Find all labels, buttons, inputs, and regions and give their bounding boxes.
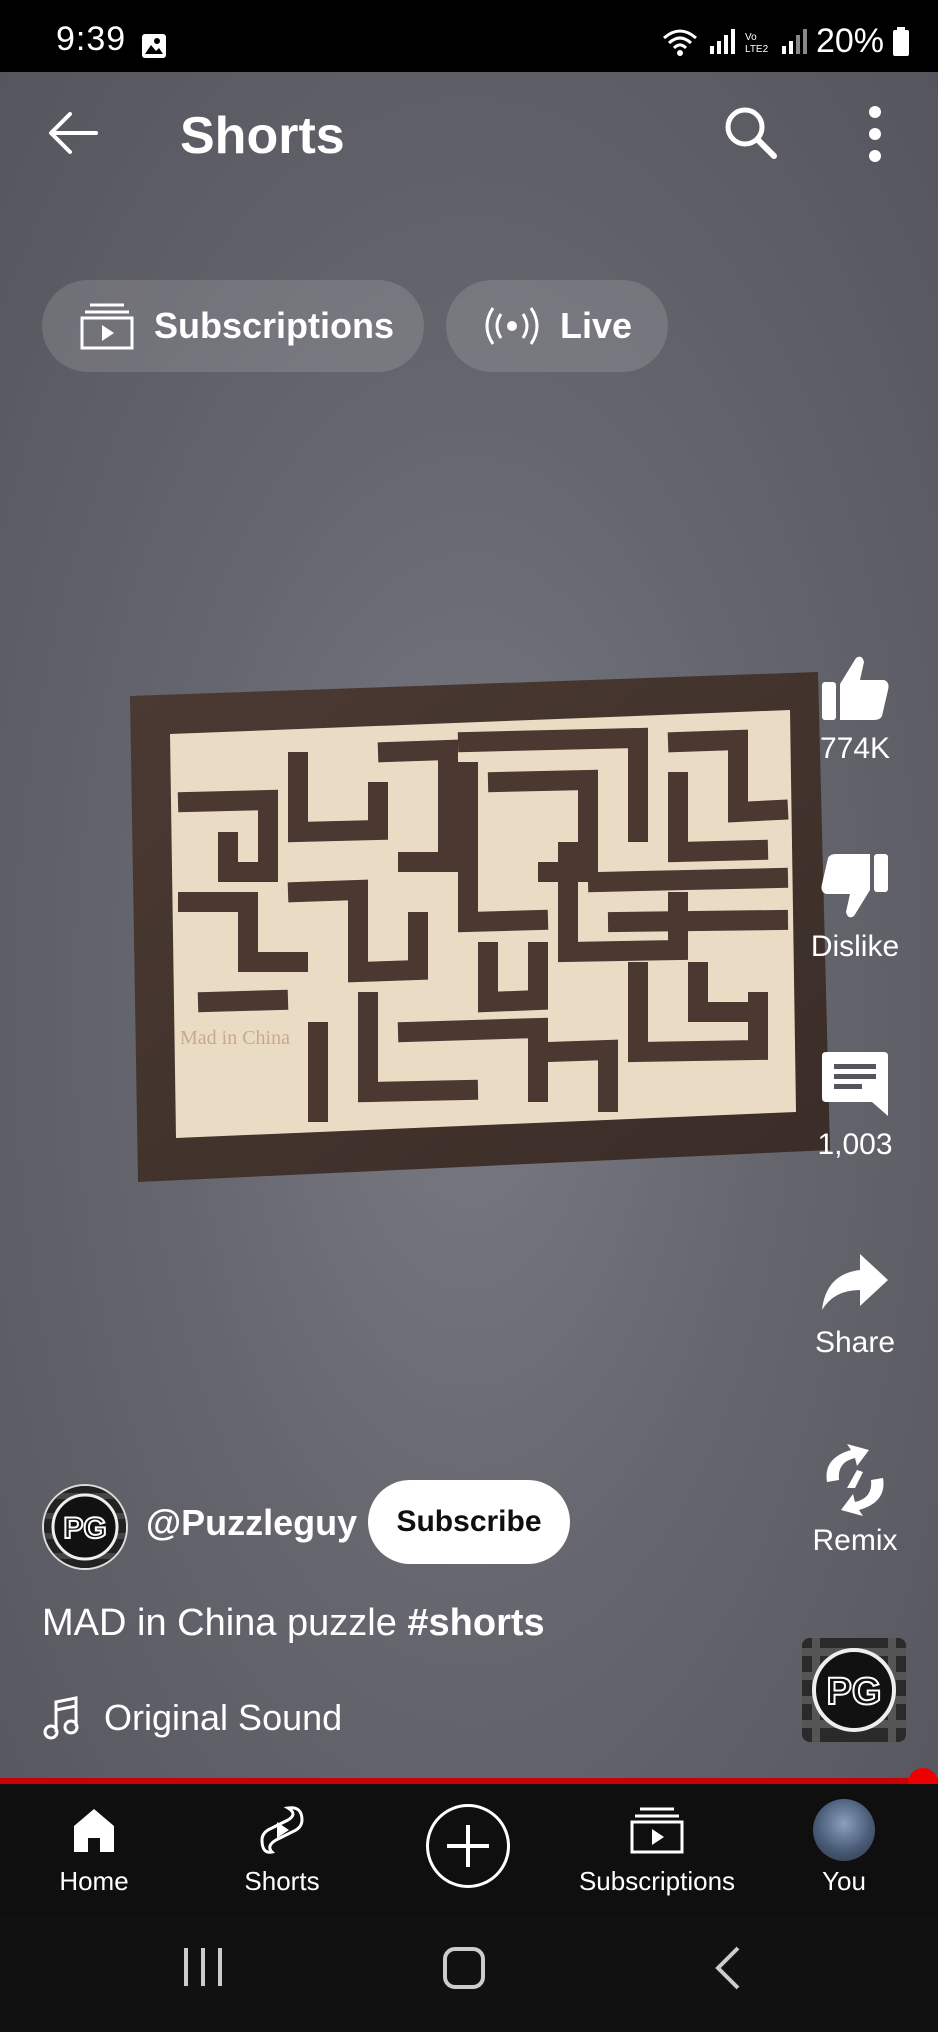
wifi-icon	[662, 29, 697, 56]
sound-label: Original Sound	[104, 1697, 343, 1738]
svg-text:LTE2: LTE2	[745, 44, 769, 55]
search-icon[interactable]	[722, 104, 778, 160]
signal-icon	[709, 28, 735, 54]
status-time: 9:39	[56, 20, 127, 58]
video-content-maze-board: Mad in China	[130, 672, 830, 1182]
sound-thumbnail[interactable]: PG	[802, 1638, 906, 1742]
channel-handle[interactable]: @Puzzleguy	[146, 1502, 357, 1544]
caption-text: MAD in China puzzle	[42, 1602, 408, 1644]
caption-hashtag[interactable]: #shorts	[407, 1602, 544, 1644]
live-chip-label: Live	[560, 305, 633, 346]
nav-you[interactable]: You	[800, 1799, 888, 1897]
more-options-icon[interactable]	[862, 104, 888, 164]
sound-thumbnail-text: PG	[827, 1671, 882, 1713]
back-arrow-icon[interactable]	[46, 110, 100, 156]
nav-shorts-label: Shorts	[244, 1866, 320, 1896]
video-caption: MAD in China puzzle #shorts	[42, 1602, 545, 1645]
board-engraving: Mad in China	[180, 1027, 290, 1049]
battery-icon	[893, 26, 909, 56]
subscribe-button[interactable]: Subscribe	[368, 1480, 570, 1564]
comments-button[interactable]: 1,003	[790, 1044, 920, 1162]
remix-button[interactable]: Remix	[790, 1440, 920, 1558]
battery-percent: 20%	[815, 22, 884, 60]
dislike-button[interactable]: Dislike	[790, 846, 920, 964]
like-count: 774K	[819, 732, 891, 765]
sound-row[interactable]: Original Sound	[42, 1696, 342, 1740]
user-avatar	[813, 1799, 875, 1861]
share-icon	[790, 1242, 920, 1322]
create-button[interactable]	[426, 1804, 510, 1888]
nav-home-label: Home	[59, 1866, 129, 1896]
home-system-icon[interactable]	[442, 1946, 486, 1990]
status-icons: Vo LTE2 20%	[660, 22, 910, 61]
subscriptions-icon	[80, 302, 134, 350]
subscriptions-chip-label: Subscriptions	[154, 305, 395, 346]
header-bar	[0, 72, 938, 202]
nav-you-label: You	[822, 1866, 866, 1896]
gallery-notification-icon	[142, 34, 166, 58]
live-chip[interactable]: Live	[446, 280, 668, 372]
status-bar: 9:39 Vo LTE2 20%	[0, 0, 938, 72]
page-title: Shorts	[180, 107, 345, 165]
nav-home[interactable]: Home	[48, 1800, 140, 1897]
like-button[interactable]: 774K	[790, 648, 920, 766]
recent-apps-icon[interactable]	[182, 1946, 224, 1988]
svg-text:Vo: Vo	[745, 32, 757, 43]
channel-avatar-text: PG	[63, 1512, 106, 1545]
thumbs-down-icon	[790, 846, 920, 926]
channel-avatar[interactable]: PG	[42, 1484, 128, 1570]
remix-icon	[790, 1440, 920, 1520]
nav-subscriptions-label: Subscriptions	[578, 1866, 736, 1896]
live-icon	[484, 306, 540, 346]
back-system-icon[interactable]	[712, 1946, 742, 1990]
subscriptions-chip[interactable]: Subscriptions	[42, 280, 424, 372]
signal-2-icon	[781, 28, 807, 54]
comment-icon	[790, 1044, 920, 1124]
shorts-icon	[236, 1800, 328, 1860]
remix-label: Remix	[812, 1524, 898, 1557]
comment-count: 1,003	[817, 1128, 893, 1161]
subscriptions-nav-icon	[572, 1800, 742, 1860]
dislike-label: Dislike	[810, 930, 900, 963]
volte-icon: Vo LTE2	[745, 32, 769, 55]
nav-subscriptions[interactable]: Subscriptions	[572, 1800, 742, 1897]
music-note-icon	[42, 1696, 80, 1740]
share-button[interactable]: Share	[790, 1242, 920, 1360]
plus-icon	[447, 1825, 489, 1867]
share-label: Share	[814, 1326, 896, 1359]
home-icon	[48, 1800, 140, 1860]
thumbs-up-icon	[790, 648, 920, 728]
nav-shorts[interactable]: Shorts	[236, 1800, 328, 1897]
